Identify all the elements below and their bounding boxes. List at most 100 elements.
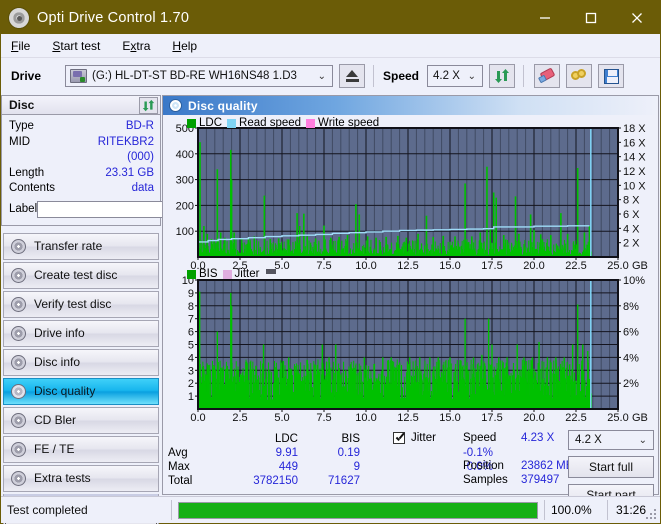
progress-bar-fill bbox=[179, 503, 537, 518]
svg-text:10.0: 10.0 bbox=[355, 260, 376, 272]
start-full-button[interactable]: Start full bbox=[568, 456, 654, 478]
test-speed-select[interactable]: 4.2 X ⌄ bbox=[568, 430, 654, 450]
menu-help-rest: elp bbox=[181, 39, 197, 53]
resize-grip[interactable] bbox=[646, 509, 658, 521]
progress-bar bbox=[178, 502, 538, 519]
application-window: Opti Drive Control 1.70 File Start test … bbox=[0, 0, 661, 524]
svg-text:5.0: 5.0 bbox=[274, 260, 289, 272]
menu-file[interactable]: File bbox=[9, 37, 32, 55]
jitter-label: Jitter bbox=[411, 432, 436, 444]
disc-info-panel: Type BD-R MID RITEKBR2 (000) Length 23.3… bbox=[1, 115, 161, 226]
sidebar-item-fe-te[interactable]: FE / TE bbox=[3, 436, 159, 463]
minimize-icon[interactable] bbox=[522, 1, 568, 34]
menu-extra[interactable]: Extra bbox=[120, 37, 152, 55]
disc-icon bbox=[11, 239, 26, 254]
menu-start-test[interactable]: Start test bbox=[50, 37, 102, 55]
chevron-down-icon: ⌄ bbox=[318, 71, 326, 82]
disc-quality-bottom-chart: 0.02.55.07.510.012.515.017.520.022.525.0… bbox=[163, 274, 660, 429]
svg-text:400: 400 bbox=[176, 149, 194, 161]
disc-length-label: Length bbox=[9, 166, 73, 182]
menu-file-rest: ile bbox=[18, 39, 30, 53]
menu-help[interactable]: Help bbox=[170, 37, 199, 55]
sidebar-item-label: Transfer rate bbox=[34, 239, 102, 253]
speed-stat-value: 4.23 X bbox=[521, 432, 554, 444]
jitter-checkbox[interactable] bbox=[393, 432, 405, 444]
sidebar-item-disc-info[interactable]: Disc info bbox=[3, 349, 159, 376]
disc-row-length: Length 23.31 GB bbox=[9, 166, 154, 182]
sidebar-item-verify-test-disc[interactable]: Verify test disc bbox=[3, 291, 159, 318]
sidebar: Disc Type BD-R MID RITEKBR2 (000) Length… bbox=[1, 95, 161, 495]
svg-text:7: 7 bbox=[188, 314, 194, 326]
svg-text:22.5: 22.5 bbox=[565, 412, 586, 424]
disc-panel-title: Disc bbox=[9, 98, 34, 112]
samples-value: 379497 bbox=[521, 474, 559, 486]
progress-percent: 100.0% bbox=[545, 503, 607, 517]
legend-label-ldc: LDC bbox=[199, 117, 222, 129]
test-speed-value: 4.2 X bbox=[575, 434, 602, 446]
disc-icon bbox=[11, 442, 26, 457]
eject-button[interactable] bbox=[339, 64, 365, 88]
close-icon[interactable] bbox=[614, 1, 660, 34]
drive-select[interactable]: (G:) HL-DT-ST BD-RE WH16NS48 1.D3 ⌄ bbox=[65, 65, 333, 87]
disc-contents-label: Contents bbox=[9, 181, 73, 197]
disc-length-value: 23.31 GB bbox=[105, 166, 154, 182]
chevron-down-icon: ⌄ bbox=[468, 71, 476, 82]
svg-text:8%: 8% bbox=[623, 301, 639, 313]
legend-item-bis: BIS bbox=[187, 268, 218, 280]
disc-panel-header: Disc bbox=[1, 95, 161, 115]
save-button[interactable] bbox=[598, 64, 624, 88]
svg-text:10 X: 10 X bbox=[623, 180, 646, 192]
disc-refresh-button[interactable] bbox=[139, 97, 158, 114]
maximize-icon[interactable] bbox=[568, 1, 614, 34]
svg-text:6 X: 6 X bbox=[623, 209, 640, 221]
erase-button[interactable] bbox=[534, 64, 560, 88]
top-chart-legend: LDC Read speed Write speed bbox=[187, 117, 379, 129]
refresh-icon bbox=[494, 68, 510, 84]
disc-icon bbox=[11, 297, 26, 312]
coins-button[interactable] bbox=[566, 64, 592, 88]
svg-text:10%: 10% bbox=[623, 275, 645, 287]
refresh-button[interactable] bbox=[489, 64, 515, 88]
sidebar-item-transfer-rate[interactable]: Transfer rate bbox=[3, 233, 159, 260]
svg-text:8 X: 8 X bbox=[623, 195, 640, 207]
svg-text:200: 200 bbox=[176, 200, 194, 212]
sidebar-item-extra-tests[interactable]: Extra tests bbox=[3, 465, 159, 492]
toolbar-divider-2 bbox=[523, 65, 524, 87]
menu-bar: File Start test Extra Help bbox=[1, 34, 660, 58]
svg-text:8: 8 bbox=[188, 301, 194, 313]
stats-col-ldc: LDC bbox=[221, 432, 299, 446]
svg-text:2: 2 bbox=[188, 378, 194, 390]
refresh-icon bbox=[142, 99, 155, 112]
legend-label-read-speed: Read speed bbox=[239, 117, 301, 129]
disc-type-value: BD-R bbox=[126, 119, 154, 135]
drive-toolbar: Drive (G:) HL-DT-ST BD-RE WH16NS48 1.D3 … bbox=[1, 58, 660, 94]
svg-text:2.5: 2.5 bbox=[232, 412, 247, 424]
sidebar-item-drive-info[interactable]: Drive info bbox=[3, 320, 159, 347]
disc-mid-value: RITEKBR2 (000) bbox=[71, 135, 154, 166]
sidebar-item-disc-quality[interactable]: Disc quality bbox=[3, 378, 159, 405]
svg-text:20.0: 20.0 bbox=[523, 412, 544, 424]
svg-text:10.0: 10.0 bbox=[355, 412, 376, 424]
sidebar-item-label: FE / TE bbox=[34, 442, 74, 456]
svg-text:7.5: 7.5 bbox=[316, 260, 331, 272]
svg-text:15.0: 15.0 bbox=[439, 412, 460, 424]
sidebar-item-create-test-disc[interactable]: Create test disc bbox=[3, 262, 159, 289]
svg-text:7.5: 7.5 bbox=[316, 412, 331, 424]
legend-label-write-speed: Write speed bbox=[318, 117, 379, 129]
sidebar-item-cd-bler[interactable]: CD Bler bbox=[3, 407, 159, 434]
svg-text:300: 300 bbox=[176, 175, 194, 187]
status-divider-1 bbox=[171, 500, 172, 520]
sidebar-nav: Transfer rate Create test disc Verify te… bbox=[1, 233, 161, 492]
disc-quality-icon bbox=[169, 99, 182, 112]
legend-swatch-jitter bbox=[223, 270, 232, 279]
svg-text:12 X: 12 X bbox=[623, 166, 646, 178]
title-bar: Opti Drive Control 1.70 bbox=[1, 1, 660, 34]
speed-select[interactable]: 4.2 X ⌄ bbox=[427, 65, 483, 87]
stats-row-label-total: Total bbox=[167, 474, 221, 488]
sidebar-item-label: Verify test disc bbox=[34, 297, 111, 311]
table-row: Total 3782150 71627 bbox=[167, 474, 361, 488]
speed-select-value: 4.2 X bbox=[433, 70, 460, 82]
stats-avg-bis: 0.19 bbox=[299, 446, 361, 460]
svg-text:25.0: 25.0 bbox=[607, 412, 628, 424]
coins-icon bbox=[571, 69, 587, 83]
